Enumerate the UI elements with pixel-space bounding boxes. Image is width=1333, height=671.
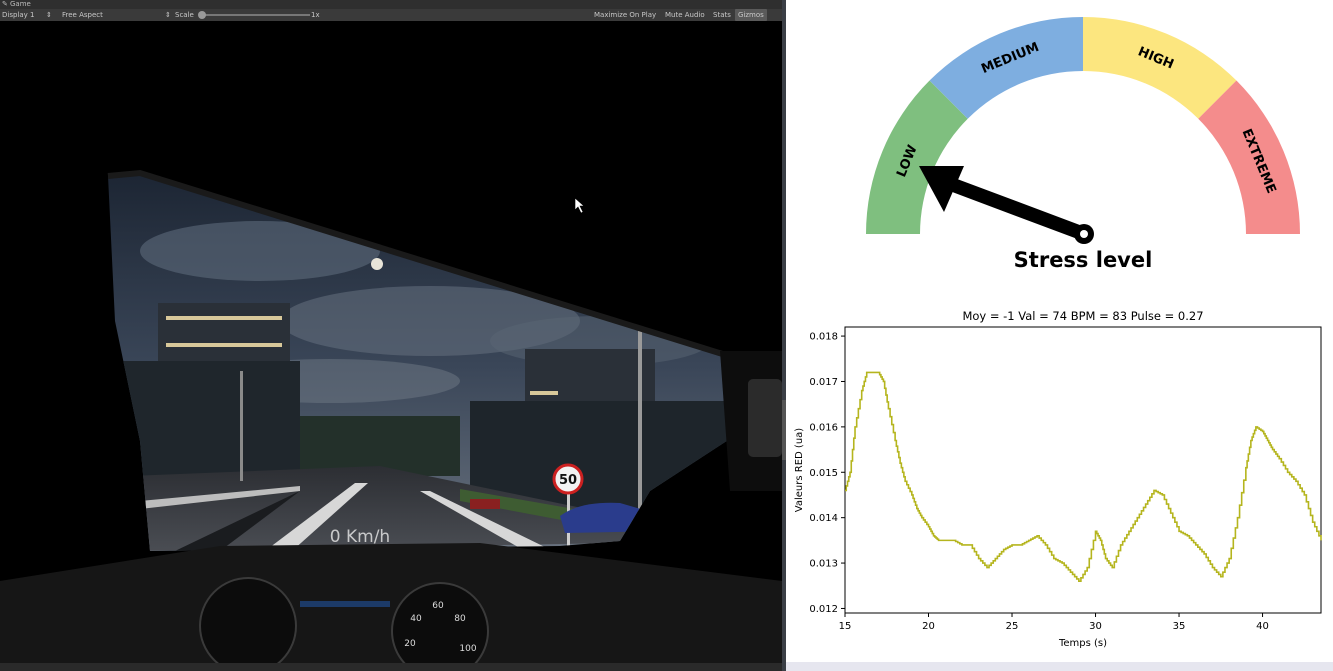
stress-gauge: LOWMEDIUM HIGHEXTREME Stress level xyxy=(866,17,1300,272)
y-tick-label: 0.017 xyxy=(809,377,838,388)
speed-limit-value: 50 xyxy=(559,473,577,488)
tachometer xyxy=(199,577,297,663)
y-axis-label: Valeurs RED (ua) xyxy=(794,428,805,512)
y-axis: 0.012 0.013 0.014 0.015 0.016 0.017 0.018 xyxy=(809,332,845,615)
gauge-title: Stress level xyxy=(1014,248,1153,272)
aspect-dropdown[interactable]: Free Aspect xyxy=(62,9,103,21)
x-axis-label: Temps (s) xyxy=(1058,638,1107,649)
game-toolbar: Display 1 ⇕ Free Aspect ⇕ Scale 1x Maxim… xyxy=(0,9,782,21)
speedo-number: 20 xyxy=(404,639,416,649)
speed-readout: 0 Km/h xyxy=(330,527,390,547)
aspect-chevron-icon: ⇕ xyxy=(165,11,171,19)
y-tick-label: 0.018 xyxy=(809,332,838,343)
mute-audio-toggle[interactable]: Mute Audio xyxy=(665,9,705,21)
y-tick-label: 0.016 xyxy=(809,422,838,433)
game-view-window: ✎ Game Display 1 ⇕ Free Aspect ⇕ Scale 1… xyxy=(0,0,782,671)
stress-chart: Moy = -1 Val = 74 BPM = 83 Pulse = 0.27 … xyxy=(794,309,1322,649)
speedo-number: 80 xyxy=(454,614,466,624)
speedo-number: 40 xyxy=(410,614,422,624)
scale-slider[interactable] xyxy=(200,14,310,16)
x-axis: 15 20 25 30 35 40 xyxy=(839,613,1269,632)
gizmos-dropdown[interactable]: Gizmos xyxy=(735,9,767,21)
y-tick-label: 0.015 xyxy=(809,468,838,479)
speedo-number: 100 xyxy=(459,644,476,654)
stress-panel: LOW MEDIUM HIGH EXTREME Stress level Moy = … xyxy=(786,0,1333,671)
gauge-needle xyxy=(919,166,1094,244)
driving-scene: 50 0 Km/h 60 40 80 20 100 xyxy=(0,169,782,663)
moon-icon xyxy=(371,258,383,270)
speedo-number: 60 xyxy=(432,601,444,611)
scale-value: 1x xyxy=(311,11,320,19)
game-tab-title[interactable]: Game xyxy=(10,0,31,9)
dashboard xyxy=(0,543,782,663)
status-bar xyxy=(0,663,782,671)
mouse-cursor-icon xyxy=(574,197,585,214)
plot-area xyxy=(844,326,1322,614)
y-tick-label: 0.013 xyxy=(809,559,838,570)
game-tab-bar: ✎ Game xyxy=(0,0,782,9)
panel-footer xyxy=(786,662,1333,671)
x-tick-label: 20 xyxy=(922,621,935,632)
rear-view-mirror xyxy=(748,379,782,457)
stats-toggle[interactable]: Stats xyxy=(713,9,731,21)
x-tick-label: 30 xyxy=(1089,621,1102,632)
display-chevron-icon: ⇕ xyxy=(46,11,52,19)
scale-slider-handle[interactable] xyxy=(198,11,206,19)
chart-title: Moy = -1 Val = 74 BPM = 83 Pulse = 0.27 xyxy=(962,309,1203,323)
x-tick-label: 25 xyxy=(1006,621,1019,632)
display-dropdown[interactable]: Display 1 xyxy=(2,9,34,21)
windshield-view: 50 xyxy=(108,173,745,551)
x-tick-label: 40 xyxy=(1256,621,1269,632)
y-tick-label: 0.012 xyxy=(809,604,838,615)
y-tick-label: 0.014 xyxy=(809,513,838,524)
gauge-arcs xyxy=(866,17,1300,234)
maximize-on-play-toggle[interactable]: Maximize On Play xyxy=(594,9,656,21)
scale-label: Scale xyxy=(175,11,194,19)
game-tab-icon: ✎ xyxy=(2,0,8,8)
x-tick-label: 35 xyxy=(1173,621,1186,632)
x-tick-label: 15 xyxy=(839,621,852,632)
